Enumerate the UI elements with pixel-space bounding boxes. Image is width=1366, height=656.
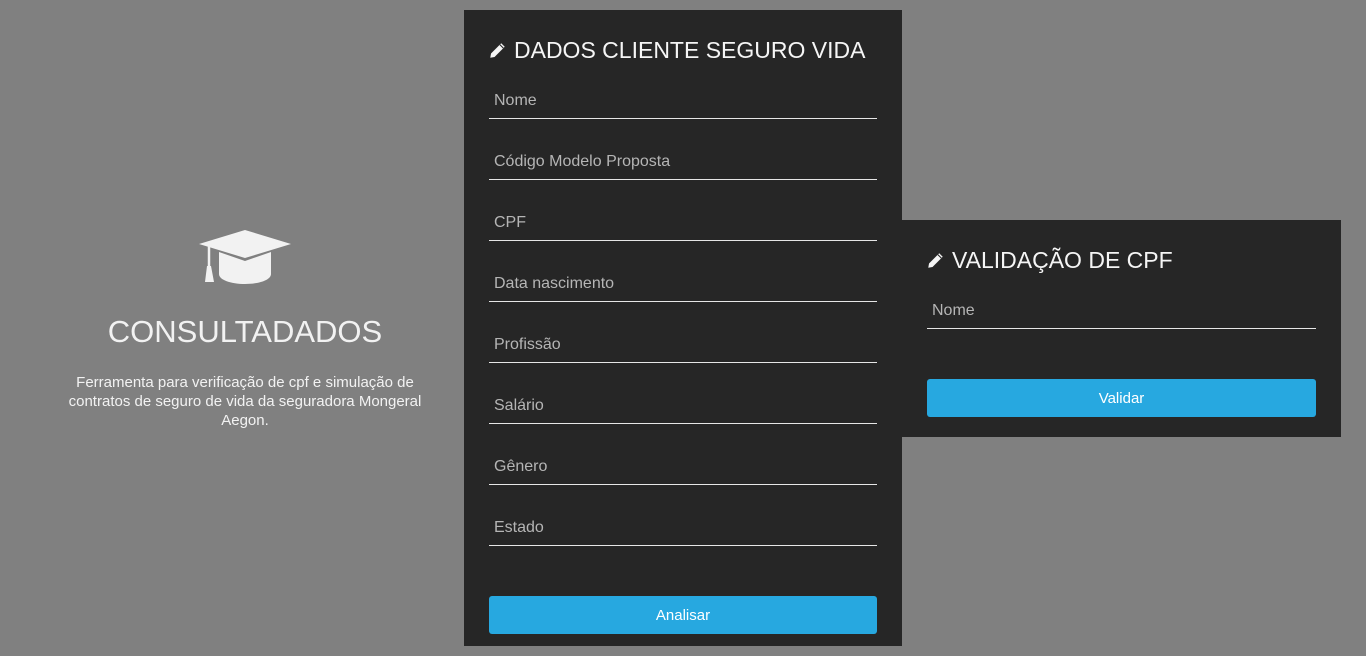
cpf-nome-input[interactable] [927, 294, 1316, 328]
pencil-icon [928, 252, 943, 268]
field-profissao [489, 328, 877, 363]
app-description: Ferramenta para verificação de cpf e sim… [68, 374, 422, 429]
salario-input[interactable] [489, 389, 877, 423]
codigo-modelo-proposta-input[interactable] [489, 145, 877, 179]
cpf-form-header: VALIDAÇÃO DE CPF [927, 245, 1316, 275]
cpf-input[interactable] [489, 206, 877, 240]
client-form-fields [489, 84, 877, 546]
cpf-form-title: VALIDAÇÃO DE CPF [952, 246, 1173, 273]
field-cpf [489, 206, 877, 241]
client-form-title: DADOS CLIENTE SEGURO VIDA [514, 36, 866, 63]
app-title: CONSULTADADOS [107, 314, 383, 349]
validar-button[interactable]: Validar [927, 379, 1316, 417]
graduation-cap-icon [199, 230, 291, 284]
cpf-validation-panel: VALIDAÇÃO DE CPF Validar [902, 220, 1341, 437]
genero-input[interactable] [489, 450, 877, 484]
field-genero [489, 450, 877, 485]
field-estado [489, 511, 877, 546]
field-salario [489, 389, 877, 424]
brand-section: CONSULTADADOS Ferramenta para verificaçã… [40, 230, 450, 430]
field-cpf-nome [927, 294, 1316, 329]
analisar-button[interactable]: Analisar [489, 596, 877, 634]
data-nascimento-input[interactable] [489, 267, 877, 301]
profissao-input[interactable] [489, 328, 877, 362]
field-codigo-modelo-proposta [489, 145, 877, 180]
estado-input[interactable] [489, 511, 877, 545]
client-form-header: DADOS CLIENTE SEGURO VIDA [489, 35, 877, 65]
field-nome [489, 84, 877, 119]
client-form-panel: DADOS CLIENTE SEGURO VIDA Analisar [464, 10, 902, 646]
field-data-nascimento [489, 267, 877, 302]
nome-input[interactable] [489, 84, 877, 118]
pencil-icon [490, 42, 505, 58]
